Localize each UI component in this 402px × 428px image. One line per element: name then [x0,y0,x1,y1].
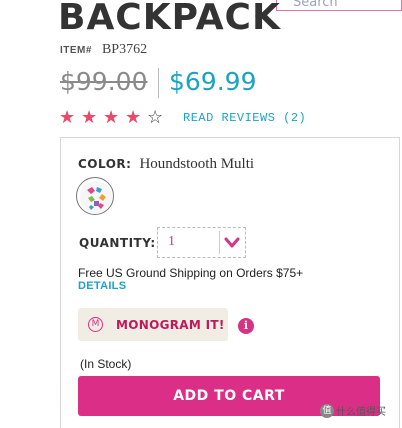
star-filled-icon: ★ [103,107,120,128]
watermark-logo-icon: 值 [320,403,334,418]
star-filled-icon: ★ [59,107,76,128]
monogram-icon: M [88,317,103,332]
quantity-divider [219,231,220,254]
info-icon[interactable]: i [238,318,254,334]
shipping-info: Free US Ground Shipping on Orders $75+ [78,266,304,280]
product-title: BACKPACK [58,0,281,38]
sale-price: $69.99 [169,67,257,96]
monogram-label: MONOGRAM IT! [116,318,225,332]
houndstooth-multi-swatch-icon [80,181,112,213]
price-divider [158,68,159,98]
item-number-row: ITEM# BP3762 [60,40,148,57]
monogram-button[interactable]: M MONOGRAM IT! [78,308,228,341]
shipping-details-link[interactable]: DETAILS [78,280,126,292]
color-row: COLOR: Houndstooth Multi [78,155,254,173]
watermark-text: 什么值得买 [336,407,386,419]
item-number-label: ITEM# [60,45,92,56]
quantity-value: 1 [168,234,175,249]
quantity-select[interactable]: 1 [157,227,246,258]
chevron-down-icon [224,237,240,248]
search-input[interactable]: Search [276,0,402,11]
color-label: COLOR: [78,157,132,171]
star-filled-icon: ★ [125,107,142,128]
read-reviews-link[interactable]: READ REVIEWS (2) [183,111,306,125]
color-value: Houndstooth Multi [139,156,255,172]
original-price: $99.00 [60,67,148,96]
rating-stars: ★ ★ ★ ★ ☆ [59,108,169,128]
watermark: 值什么值得买 [320,402,386,420]
star-filled-icon: ★ [81,107,98,128]
quantity-label: QUANTITY: [79,236,156,250]
star-empty-icon: ☆ [147,107,164,128]
stock-status: (In Stock) [80,357,132,371]
color-swatch-button[interactable] [76,177,114,215]
item-number-value: BP3762 [101,42,148,57]
